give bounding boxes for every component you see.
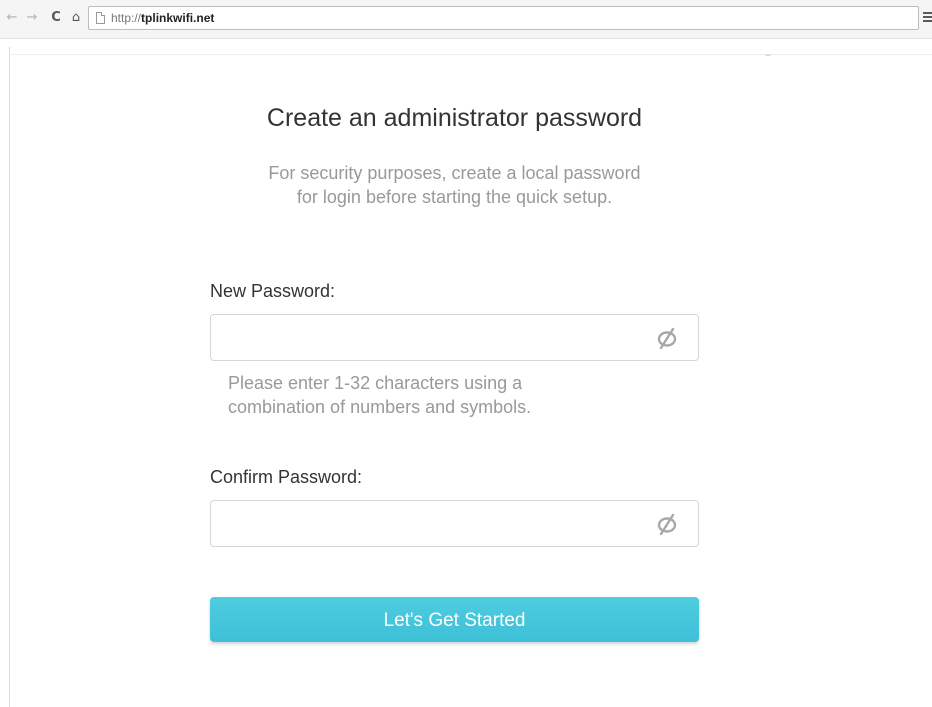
new-password-input[interactable] [210, 314, 699, 361]
browser-toolbar: ← → C ⌂ http://tplinkwifi.net [0, 0, 932, 39]
confirm-password-input[interactable] [210, 500, 699, 547]
reload-icon[interactable]: C [49, 11, 63, 25]
page-frame-border [9, 47, 10, 707]
page-divider [9, 54, 932, 55]
url-prefix: http:// [111, 11, 142, 25]
password-hint: Please enter 1-32 characters using a com… [228, 371, 698, 419]
confirm-password-label: Confirm Password: [210, 467, 363, 487]
subtitle-line-2: for login before starting the quick setu… [296, 187, 613, 207]
home-icon[interactable]: ⌂ [69, 11, 83, 25]
hamburger-menu-icon[interactable] [923, 12, 932, 24]
page-title: Create an administrator password [266, 104, 643, 132]
new-password-label: New Password: [210, 281, 336, 301]
back-arrow-icon[interactable]: ← [5, 11, 19, 25]
address-bar[interactable]: http://tplinkwifi.net [88, 6, 919, 30]
page-subtitle: For security purposes, create a local pa… [170, 161, 739, 209]
lets-get-started-button[interactable]: Let's Get Started [210, 597, 699, 642]
decorative-mark [765, 52, 771, 56]
hint-line-2: combination of numbers and symbols. [228, 397, 532, 417]
page-icon [96, 12, 105, 24]
subtitle-line-1: For security purposes, create a local pa… [268, 163, 641, 183]
eye-hidden-icon[interactable] [649, 509, 685, 539]
url-text[interactable]: http://tplinkwifi.net [111, 11, 214, 26]
url-host: tplinkwifi.net [141, 11, 215, 25]
eye-hidden-icon[interactable] [649, 323, 685, 353]
forward-arrow-icon[interactable]: → [25, 11, 39, 25]
hint-line-1: Please enter 1-32 characters using a [228, 373, 523, 393]
